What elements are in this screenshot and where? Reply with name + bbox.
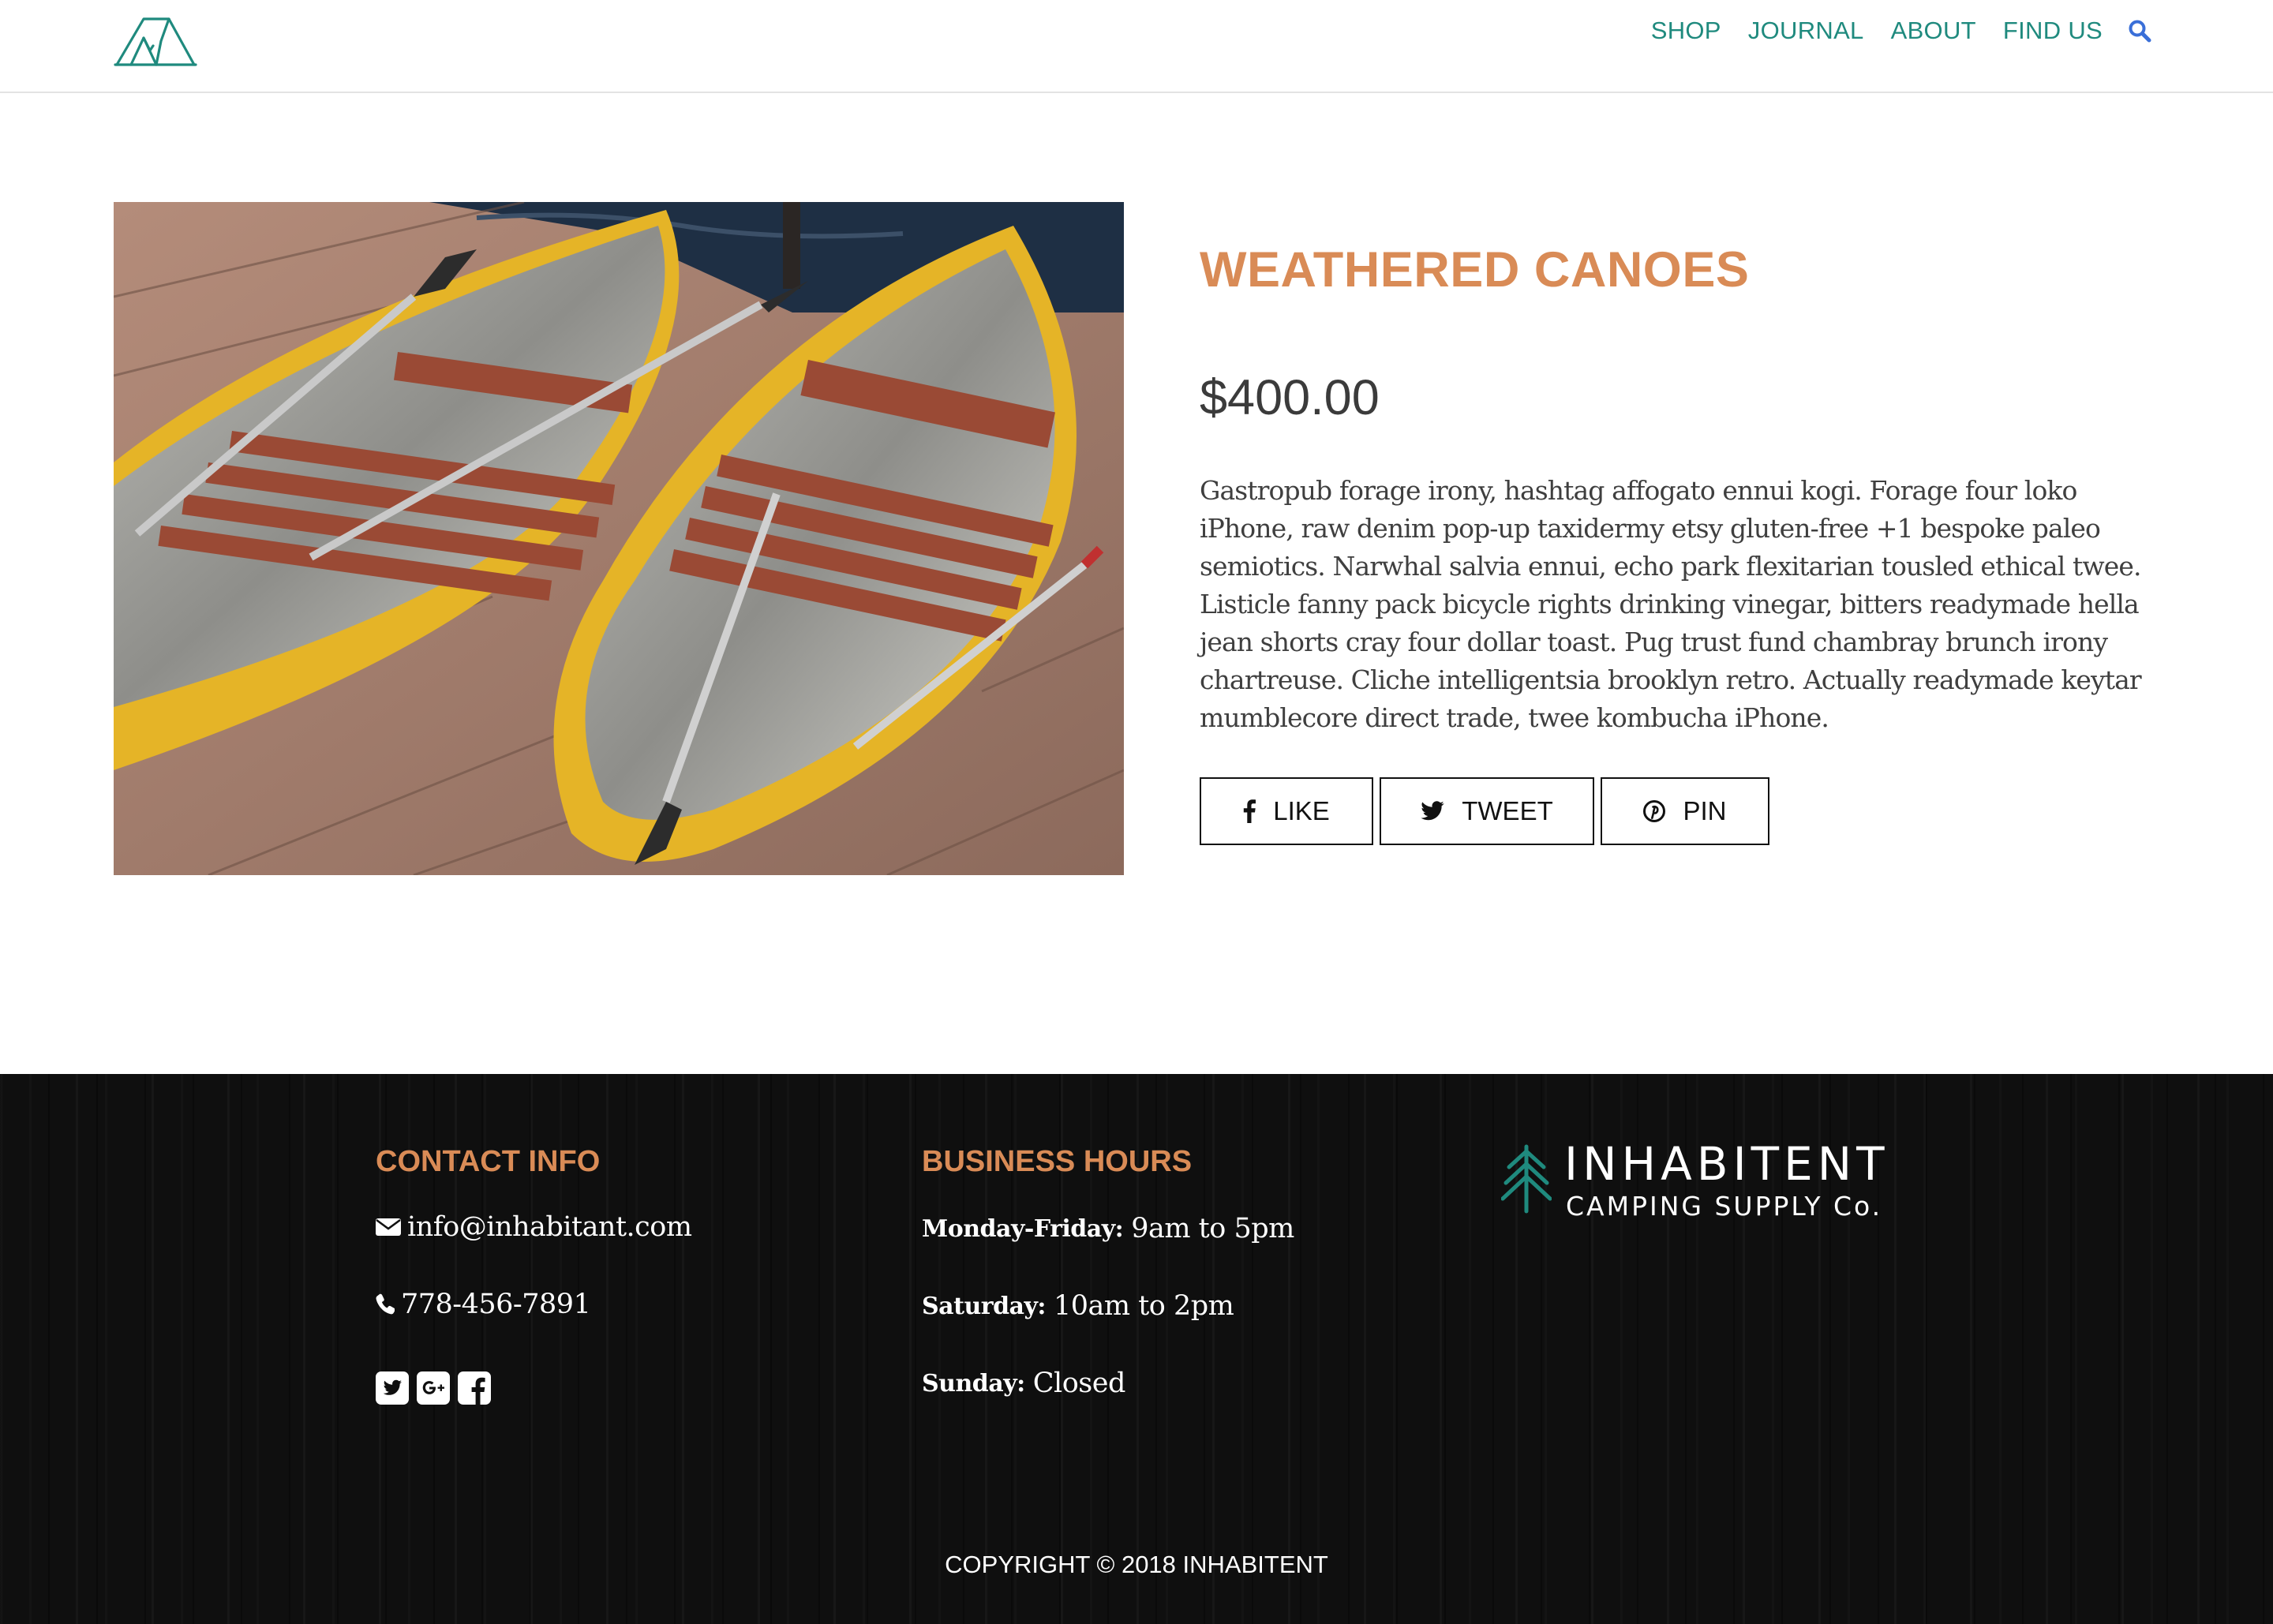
envelope-icon: [376, 1218, 401, 1236]
tweet-label: TWEET: [1462, 796, 1553, 825]
hours-heading: BUSINESS HOURS: [922, 1145, 1193, 1178]
pine-tree-icon: [1501, 1144, 1552, 1214]
site-header: SHOP JOURNAL ABOUT FIND US: [0, 0, 2273, 93]
facebook-square-icon[interactable]: [458, 1371, 491, 1405]
site-footer: CONTACT INFO info@inhabitant.com 778-456…: [0, 1074, 2273, 1624]
footer-brand: INHABITENT CAMPING SUPPLY Co.: [1501, 1137, 1912, 1224]
phone-icon: [376, 1293, 395, 1315]
nav-find-us[interactable]: FIND US: [2003, 17, 2103, 45]
like-button[interactable]: LIKE: [1200, 777, 1373, 845]
email-text[interactable]: info@inhabitant.com: [407, 1211, 692, 1243]
copyright: COPYRIGHT © 2018 INHABITENT: [945, 1551, 1328, 1578]
tent-logo-icon[interactable]: [114, 14, 197, 69]
google-plus-square-icon[interactable]: [417, 1371, 450, 1405]
share-buttons: LIKE TWEET PIN: [1200, 777, 1776, 845]
product-title: WEATHERED CANOES: [1200, 242, 1750, 297]
hours-day: Monday-Friday:: [922, 1214, 1124, 1243]
tweet-button[interactable]: TWEET: [1380, 777, 1594, 845]
hours-row: Sunday: Closed: [922, 1368, 1125, 1399]
two-canoes-photo: [114, 202, 1124, 875]
product-description: Gastropub forage irony, hashtag affogato…: [1200, 475, 2142, 733]
phone-text: 778-456-7891: [401, 1289, 591, 1320]
pin-button[interactable]: PIN: [1601, 777, 1769, 845]
hours-row: Saturday: 10am to 2pm: [922, 1290, 1234, 1322]
product-price: $400.00: [1200, 370, 1380, 425]
nav-about[interactable]: ABOUT: [1891, 17, 1976, 45]
pin-label: PIN: [1683, 796, 1727, 825]
hours-day: Sunday:: [922, 1369, 1025, 1398]
twitter-square-icon[interactable]: [376, 1371, 409, 1405]
brand-name: INHABITENT: [1564, 1137, 1889, 1191]
main-nav: SHOP JOURNAL ABOUT FIND US: [1624, 14, 2151, 47]
contact-phone: 778-456-7891: [376, 1289, 591, 1320]
nav-journal[interactable]: JOURNAL: [1748, 17, 1864, 45]
hours-time: 10am to 2pm: [1054, 1290, 1234, 1322]
pinterest-icon: [1643, 800, 1666, 822]
social-links: [376, 1371, 499, 1405]
contact-email[interactable]: info@inhabitant.com: [376, 1211, 692, 1243]
nav-shop[interactable]: SHOP: [1651, 17, 1721, 45]
facebook-icon: [1244, 799, 1256, 823]
brand-tagline: CAMPING SUPPLY Co.: [1566, 1191, 1883, 1222]
hours-time: 9am to 5pm: [1131, 1213, 1294, 1244]
twitter-icon: [1421, 801, 1444, 821]
like-label: LIKE: [1273, 796, 1330, 825]
search-icon[interactable]: [2128, 19, 2151, 43]
hours-time: Closed: [1032, 1368, 1126, 1399]
hours-row: Monday-Friday: 9am to 5pm: [922, 1213, 1294, 1244]
product-image: [114, 202, 1124, 875]
hours-day: Saturday:: [922, 1292, 1047, 1320]
contact-heading: CONTACT INFO: [376, 1145, 601, 1178]
